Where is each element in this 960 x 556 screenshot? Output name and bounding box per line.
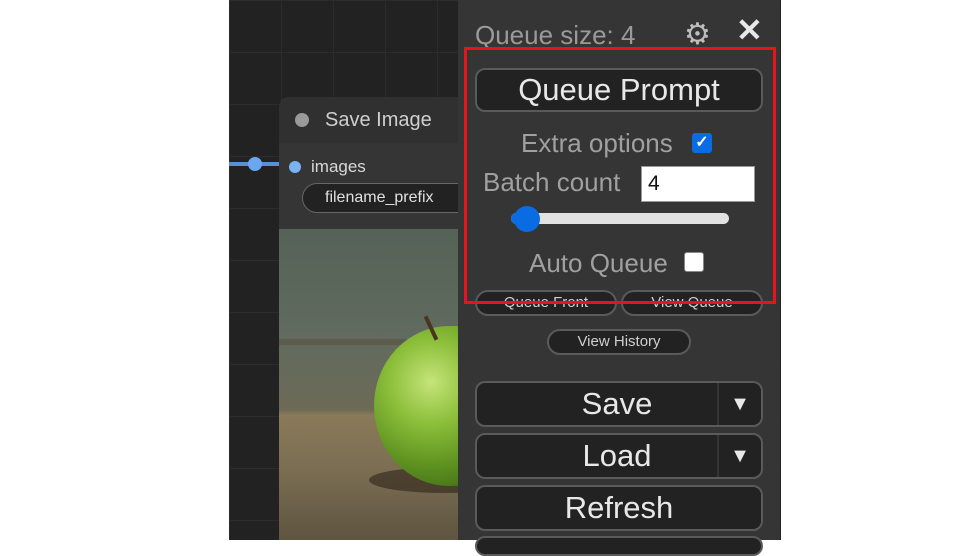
gear-icon[interactable]: ⚙ [684, 20, 714, 50]
view-queue-button[interactable]: View Queue [621, 290, 763, 316]
batch-count-slider-thumb[interactable] [514, 206, 540, 232]
check-icon: ✓ [695, 134, 709, 151]
batch-count-label: Batch count [483, 167, 621, 197]
node-title: Save Image [325, 108, 432, 131]
save-button[interactable]: Save [477, 383, 717, 425]
load-button-group: Load ▼ [475, 433, 763, 479]
refresh-button[interactable]: Refresh [475, 485, 763, 531]
chevron-down-icon[interactable]: ▼ [717, 435, 761, 477]
batch-count-input[interactable]: 4 [641, 166, 755, 202]
queue-prompt-button[interactable]: Queue Prompt [475, 68, 763, 112]
image-preview [279, 229, 479, 540]
input-images[interactable]: images [289, 157, 366, 177]
extra-options-label: Extra options [521, 128, 673, 158]
extra-options-checkbox[interactable]: ✓ [692, 133, 712, 153]
filename-prefix-widget[interactable]: filename_prefix [302, 183, 479, 213]
chevron-down-icon[interactable]: ▼ [717, 383, 761, 425]
link-reroute-dot[interactable] [248, 157, 262, 171]
close-icon[interactable]: ✕ [736, 14, 764, 46]
auto-queue-label: Auto Queue [529, 248, 668, 278]
view-history-button[interactable]: View History [547, 329, 691, 355]
node-header[interactable]: Save Image [279, 97, 479, 143]
queue-size-label: Queue size: 4 [475, 20, 636, 50]
next-button-partial[interactable] [475, 536, 763, 556]
queue-panel: Queue size: 4 ⚙ ✕ Queue Prompt Extra opt… [458, 0, 780, 556]
batch-count-slider[interactable] [511, 213, 729, 224]
save-button-group: Save ▼ [475, 381, 763, 427]
queue-front-button[interactable]: Queue Front [475, 290, 617, 316]
load-button[interactable]: Load [477, 435, 717, 477]
save-image-node[interactable]: Save Image images filename_prefix [279, 97, 479, 540]
node-collapse-dot[interactable] [295, 113, 309, 127]
input-slot-dot[interactable] [289, 161, 301, 173]
auto-queue-checkbox[interactable] [684, 252, 704, 272]
input-label: images [311, 157, 366, 176]
